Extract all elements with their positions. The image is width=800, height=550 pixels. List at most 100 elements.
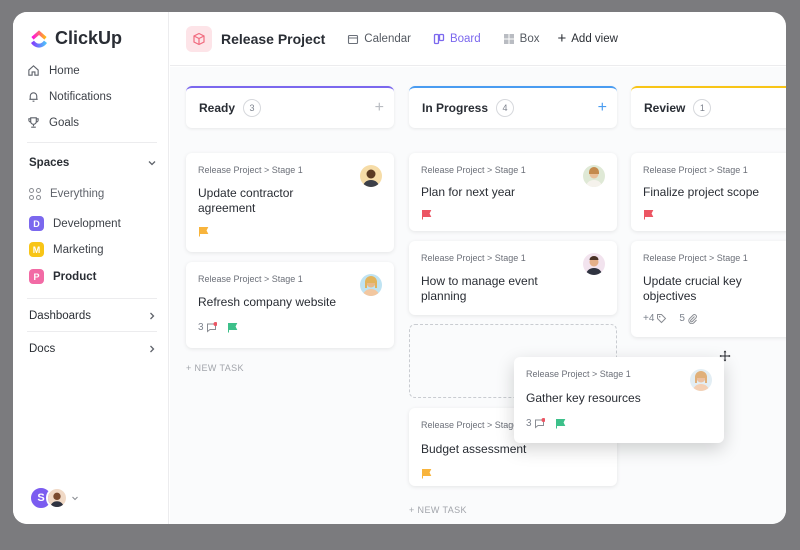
task-card[interactable]: Release Project > Stage 1 Finalize proje… bbox=[631, 153, 786, 231]
flag-icon[interactable] bbox=[198, 226, 209, 237]
column-header-in-progress[interactable]: In Progress 4 + bbox=[409, 86, 617, 128]
tags-count[interactable]: +4 bbox=[643, 313, 667, 324]
view-tab-calendar[interactable]: Calendar bbox=[347, 33, 411, 45]
bell-icon bbox=[29, 92, 38, 102]
nav-label: Notifications bbox=[49, 90, 112, 103]
add-task-plus-icon[interactable]: + bbox=[598, 99, 607, 117]
clickup-logo[interactable]: ClickUp bbox=[29, 28, 122, 49]
nav-label: Goals bbox=[49, 116, 80, 129]
column-count: 3 bbox=[243, 99, 262, 117]
sidebar-item-dashboards[interactable]: Dashboards bbox=[29, 310, 157, 322]
task-breadcrumb: Release Project > Stage 1 bbox=[643, 165, 748, 175]
calendar-icon bbox=[348, 34, 359, 44]
task-breadcrumb: Release Project > Stage 1 bbox=[421, 165, 526, 175]
task-card[interactable]: Release Project > Stage 1 Plan for next … bbox=[409, 153, 617, 231]
space-product[interactable]: P Product bbox=[29, 269, 96, 284]
assignee-avatar[interactable] bbox=[583, 165, 605, 187]
column-header-review[interactable]: Review 1 bbox=[631, 86, 786, 128]
assignee-avatar[interactable] bbox=[360, 165, 382, 187]
attachments-count-value: 5 bbox=[679, 313, 685, 324]
new-task-button[interactable]: + NEW TASK bbox=[186, 363, 244, 373]
board: Ready 3 + In Progress 4 + Review 1 Relea… bbox=[170, 67, 786, 524]
cube-icon bbox=[193, 32, 205, 45]
sidebar-item-docs[interactable]: Docs bbox=[29, 343, 157, 355]
task-card[interactable]: Release Project > Stage 1 Update contrac… bbox=[186, 153, 394, 252]
tags-count-value: +4 bbox=[643, 313, 655, 324]
space-label: Development bbox=[53, 217, 121, 230]
section-label: Docs bbox=[29, 343, 56, 355]
assignee-avatar[interactable] bbox=[360, 274, 382, 296]
space-badge-p: P bbox=[29, 269, 44, 284]
nav-goals[interactable]: Goals bbox=[27, 116, 79, 129]
new-task-button[interactable]: + NEW TASK bbox=[409, 505, 467, 515]
task-breadcrumb: Release Project > Stage 1 bbox=[198, 165, 303, 175]
sidebar-divider bbox=[27, 331, 157, 332]
assignee-avatar[interactable] bbox=[583, 253, 605, 275]
task-card[interactable]: Release Project > Stage 1 Update crucial… bbox=[631, 241, 786, 337]
space-badge-m: M bbox=[29, 242, 44, 257]
flag-icon[interactable] bbox=[421, 468, 432, 479]
task-title: Budget assessment bbox=[421, 442, 527, 456]
comment-count-value: 3 bbox=[526, 418, 532, 429]
plus-icon: + bbox=[557, 29, 567, 47]
project-icon bbox=[186, 25, 212, 52]
comment-count-value: 3 bbox=[198, 322, 204, 333]
spaces-header[interactable]: Spaces bbox=[29, 157, 157, 169]
move-cursor-icon bbox=[718, 349, 732, 363]
user-menu[interactable]: S bbox=[29, 486, 79, 510]
everything-icon bbox=[29, 188, 41, 200]
chevron-right-icon bbox=[150, 345, 155, 353]
chevron-down-icon[interactable] bbox=[147, 158, 157, 168]
add-view-button[interactable]: + Add view bbox=[557, 29, 617, 47]
task-card[interactable]: Release Project > Stage 1 Refresh compan… bbox=[186, 262, 394, 348]
trophy-icon bbox=[28, 117, 39, 128]
view-tab-label: Calendar bbox=[364, 32, 411, 45]
space-badge-d: D bbox=[29, 216, 44, 231]
nav-label: Home bbox=[49, 64, 80, 77]
chevron-down-icon bbox=[72, 496, 78, 501]
task-breadcrumb: Release Project > Stage 1 bbox=[643, 253, 748, 263]
task-title: How to manage event planning bbox=[421, 274, 538, 303]
add-task-plus-icon[interactable]: + bbox=[375, 99, 384, 117]
space-label: Everything bbox=[50, 188, 105, 200]
flag-icon[interactable] bbox=[555, 418, 566, 429]
task-breadcrumb: Release Project > Stage 1 bbox=[198, 274, 303, 284]
column-count: 1 bbox=[693, 99, 712, 117]
view-tab-board[interactable]: Board bbox=[433, 33, 481, 45]
clickup-logo-icon bbox=[31, 29, 47, 48]
flag-icon[interactable] bbox=[421, 209, 432, 220]
attachments-count[interactable]: 5 bbox=[679, 313, 698, 324]
flag-icon[interactable] bbox=[227, 322, 238, 333]
column-header-ready[interactable]: Ready 3 + bbox=[186, 86, 394, 128]
sidebar: ClickUp Home Notifications Goals Spaces … bbox=[13, 12, 169, 524]
task-title: Finalize project scope bbox=[643, 185, 760, 199]
sidebar-divider bbox=[27, 142, 157, 143]
space-label: Marketing bbox=[53, 243, 104, 256]
space-marketing[interactable]: M Marketing bbox=[29, 242, 104, 257]
space-development[interactable]: D Development bbox=[29, 216, 121, 231]
task-breadcrumb: Release Project > Stage 1 bbox=[421, 253, 526, 263]
assignee-avatar[interactable] bbox=[690, 369, 712, 391]
paperclip-icon bbox=[688, 314, 697, 324]
app-name: ClickUp bbox=[55, 28, 123, 48]
task-title: Refresh company website bbox=[198, 295, 337, 309]
task-card[interactable]: Release Project > Stage 1 How to manage … bbox=[409, 241, 617, 315]
task-title: Update contractor agreement bbox=[198, 186, 294, 215]
view-tab-label: Board bbox=[449, 32, 481, 45]
task-title: Gather key resources bbox=[526, 391, 641, 405]
nav-notifications[interactable]: Notifications bbox=[27, 90, 112, 103]
space-everything[interactable]: Everything bbox=[29, 188, 104, 200]
nav-home[interactable]: Home bbox=[27, 64, 80, 77]
section-label: Dashboards bbox=[29, 310, 92, 322]
view-tab-box[interactable]: Box bbox=[503, 33, 539, 45]
chevron-right-icon bbox=[150, 312, 155, 320]
comment-count[interactable]: 3 bbox=[526, 418, 545, 429]
comment-icon bbox=[206, 322, 217, 333]
task-title: Plan for next year bbox=[421, 185, 516, 199]
sidebar-divider bbox=[27, 298, 157, 299]
dragged-task-card[interactable]: Release Project > Stage 1 Gather key res… bbox=[514, 357, 724, 443]
board-icon bbox=[433, 33, 445, 44]
flag-icon[interactable] bbox=[643, 209, 654, 220]
comment-count[interactable]: 3 bbox=[198, 322, 217, 333]
comment-icon bbox=[534, 418, 545, 429]
